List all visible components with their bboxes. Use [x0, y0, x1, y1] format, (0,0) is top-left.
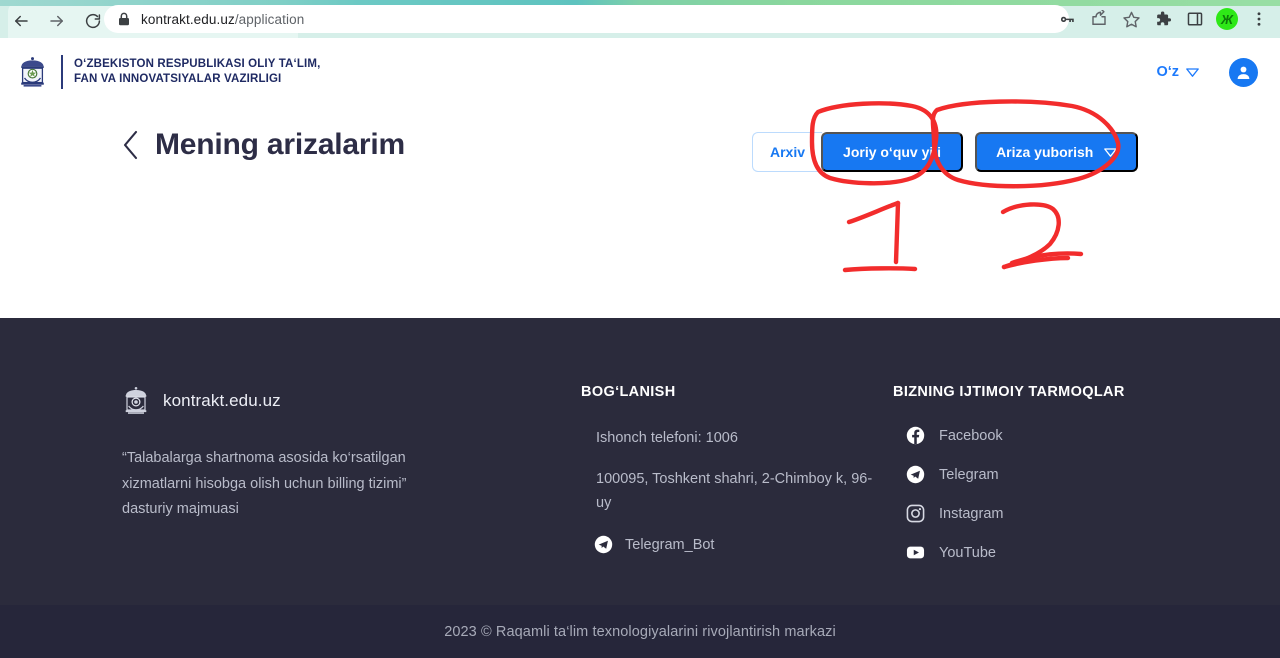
page-title: Mening arizalarim [155, 128, 406, 161]
url-path: /application [234, 11, 305, 27]
social-link-telegram[interactable]: Telegram [893, 465, 1183, 484]
contact-telegram-bot-label: Telegram_Bot [625, 536, 715, 553]
page-content: Mening arizalarim Arxiv Joriy o‘quv yili… [0, 106, 1280, 318]
language-switcher[interactable]: O‘z [1156, 64, 1199, 80]
password-key-icon[interactable] [1052, 4, 1082, 34]
submit-application-button[interactable]: Ariza yuborish [975, 132, 1139, 172]
language-label: O‘z [1156, 64, 1179, 80]
contact-address: 100095, Toshkent shahri, 2-Chimboy k, 96… [596, 471, 873, 511]
telegram-icon [594, 535, 613, 554]
footer-social-column: BIZNING IJTIMOIY TARMOQLAR Facebook Tele… [893, 384, 1183, 582]
site-brand[interactable]: O‘ZBEKISTON RESPUBLIKASI OLIY TA‘LIM, FA… [17, 55, 320, 89]
chevron-left-icon[interactable] [122, 130, 139, 160]
profile-initial: Ж [1220, 11, 1234, 27]
profile-avatar-circle: Ж [1216, 8, 1238, 30]
footer-emblem-icon [125, 387, 147, 414]
back-button[interactable] [6, 6, 36, 36]
current-year-button[interactable]: Joriy o‘quv yili [821, 132, 964, 172]
bookmark-star-icon[interactable] [1116, 4, 1146, 34]
submit-application-label: Ariza yuborish [996, 144, 1094, 160]
browser-chrome: kontrakt.edu.uz/application Ж [0, 0, 1280, 38]
contact-heading: BOG‘LANISH [581, 384, 676, 400]
contact-phone: Ishonch telefoni: 1006 [596, 430, 738, 446]
ministry-name-line2: FAN VA INNOVATSIYALAR VAZIRLIGI [74, 73, 282, 85]
copyright-text: 2023 © Raqamli ta‘lim texnologiyalarini … [444, 623, 836, 640]
footer-slogan: “Talabalarga shartnoma asosida ko‘rsatil… [122, 450, 407, 517]
footer-brand[interactable]: kontrakt.edu.uz [122, 386, 472, 416]
profile-avatar-icon[interactable]: Ж [1212, 4, 1242, 34]
site-header: O‘ZBEKISTON RESPUBLIKASI OLIY TA‘LIM, FA… [0, 38, 1280, 106]
chevron-down-icon [1104, 147, 1118, 157]
social-label-instagram: Instagram [939, 505, 1004, 522]
user-avatar[interactable] [1229, 57, 1258, 87]
footer-columns: kontrakt.edu.uz “Talabalarga shartnoma a… [0, 318, 1280, 605]
ministry-emblem-icon [21, 56, 44, 87]
ministry-name-line1: O‘ZBEKISTON RESPUBLIKASI OLIY TA‘LIM, [74, 58, 321, 70]
url-host: kontrakt.edu.uz [141, 11, 235, 27]
footer-brand-column: kontrakt.edu.uz “Talabalarga shartnoma a… [122, 386, 472, 523]
ministry-name: O‘ZBEKISTON RESPUBLIKASI OLIY TA‘LIM, FA… [74, 57, 320, 87]
archive-button[interactable]: Arxiv [752, 132, 823, 172]
footer-contact-column: BOG‘LANISH Ishonch telefoni: 1006 100095… [581, 384, 881, 554]
header-actions: O‘z [1156, 38, 1258, 106]
brand-divider [61, 55, 63, 89]
three-dot-menu-icon[interactable] [1244, 4, 1274, 34]
share-icon[interactable] [1084, 4, 1114, 34]
contact-telegram-bot-link[interactable]: Telegram_Bot [581, 535, 881, 554]
footer-brand-name: kontrakt.edu.uz [163, 391, 281, 410]
toolbar-actions: Ж [1052, 4, 1274, 34]
chevron-down-icon [1186, 67, 1199, 77]
social-label-youtube: YouTube [939, 544, 996, 561]
social-link-facebook[interactable]: Facebook [893, 426, 1183, 445]
telegram-icon [906, 465, 925, 484]
copyright-bar: 2023 © Raqamli ta‘lim texnologiyalarini … [0, 605, 1280, 658]
address-bar-url: kontrakt.edu.uz/application [141, 12, 304, 27]
social-heading: BIZNING IJTIMOIY TARMOQLAR [893, 384, 1125, 400]
site-footer: kontrakt.edu.uz “Talabalarga shartnoma a… [0, 318, 1280, 605]
instagram-icon [906, 504, 925, 523]
social-label-telegram: Telegram [939, 466, 999, 483]
youtube-icon [906, 546, 925, 559]
social-link-youtube[interactable]: YouTube [893, 543, 1183, 562]
address-bar[interactable]: kontrakt.edu.uz/application [104, 5, 1069, 33]
forward-button[interactable] [42, 6, 72, 36]
action-button-group: Arxiv Joriy o‘quv yili Ariza yuborish [752, 132, 1139, 172]
page-title-row: Mening arizalarim [122, 128, 405, 162]
side-panel-icon[interactable] [1180, 4, 1210, 34]
lock-icon [118, 12, 130, 26]
facebook-icon [906, 426, 925, 445]
social-link-instagram[interactable]: Instagram [893, 504, 1183, 523]
extensions-puzzle-icon[interactable] [1148, 4, 1178, 34]
social-label-facebook: Facebook [939, 427, 1003, 444]
